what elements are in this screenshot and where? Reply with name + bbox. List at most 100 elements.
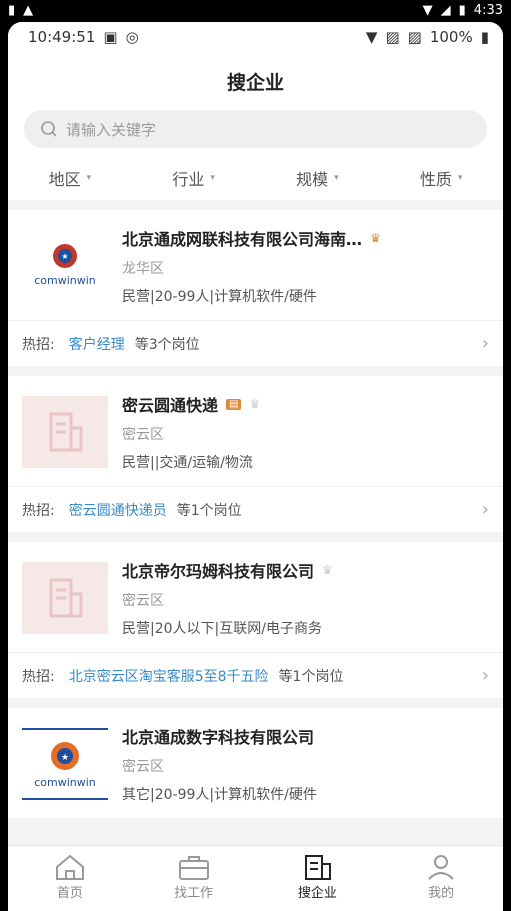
app-notification-icon: ▲ — [23, 3, 34, 18]
svg-text:★: ★ — [61, 252, 68, 261]
company-info: 北京通成数字科技有限公司 密云区 其它|20-99人|计算机软件/硬件 — [122, 724, 489, 804]
chevron-down-icon: ▾ — [210, 173, 215, 183]
company-summary[interactable]: 密云圆通快递 ▤ ♛ 密云区 民营||交通/运输/物流 — [8, 376, 503, 486]
sync-icon: ◎ — [125, 28, 139, 46]
chevron-down-icon: ▾ — [86, 173, 92, 183]
hot-jobs-row[interactable]: 热招: 客户经理 等3个岗位 › — [8, 320, 503, 366]
company-summary[interactable]: ★ comwinwin 北京通成数字科技有限公司 密云区 其它|20-99人|计… — [8, 708, 503, 818]
company-logo-placeholder — [22, 396, 108, 468]
company-card[interactable]: 北京帝尔玛姆科技有限公司 ♛ 密云区 民营|20人以下|互联网/电子商务 热招:… — [8, 542, 503, 698]
company-tags: 民营|20人以下|互联网/电子商务 — [122, 621, 322, 637]
filter-type[interactable]: 性质 ▾ — [420, 166, 463, 190]
filter-label: 性质 — [419, 170, 452, 189]
company-info: 北京通成网联科技有限公司海南… ♛ 龙华区 民营|20-99人|计算机软件/硬件 — [122, 226, 489, 306]
tab-search-company[interactable]: 搜企业 — [272, 852, 362, 901]
company-district: 龙华区 — [122, 261, 164, 277]
company-info: 密云圆通快递 ▤ ♛ 密云区 民营||交通/运输/物流 — [122, 392, 489, 472]
company-card[interactable]: ★ comwinwin 北京通成数字科技有限公司 密云区 其它|20-99人|计… — [8, 708, 503, 818]
user-icon — [428, 855, 454, 880]
company-tags: 民营|20-99人|计算机软件/硬件 — [122, 289, 317, 305]
svg-text:★: ★ — [61, 753, 69, 763]
company-list: ★ comwinwin 北京通成网联科技有限公司海南… ♛ 龙华区 民营|20-… — [8, 210, 503, 818]
battery-level: 100% — [429, 28, 473, 46]
hot-job-count: 等1个岗位 — [278, 668, 344, 685]
company-district: 密云区 — [122, 427, 164, 443]
filter-region[interactable]: 地区 ▾ — [49, 166, 92, 190]
tab-profile[interactable]: 我的 — [396, 852, 486, 901]
tab-label: 我的 — [428, 886, 455, 901]
hot-jobs-row[interactable]: 热招: 北京密云区淘宝客服5至8千五险 等1个岗位 › — [8, 652, 503, 698]
company-logo: ★ comwinwin — [22, 230, 108, 302]
company-logo-placeholder — [22, 562, 108, 634]
tab-label: 首页 — [56, 886, 83, 901]
app-screen: 10:49:51 ▣ ◎ ▼ ▨ ▨ 100% ▮ 搜企业 请输入关键字 地区 ▾… — [8, 22, 503, 911]
company-summary[interactable]: 北京帝尔玛姆科技有限公司 ♛ 密云区 民营|20人以下|互联网/电子商务 — [8, 542, 503, 652]
company-tags: 民营||交通/运输/物流 — [122, 455, 253, 471]
tab-label: 搜企业 — [297, 886, 337, 901]
tab-home[interactable]: 首页 — [25, 852, 115, 901]
search-icon — [41, 121, 57, 137]
hot-label: 热招: — [22, 502, 55, 519]
hot-job-count: 等1个岗位 — [176, 502, 242, 519]
page-header: 搜企业 — [8, 52, 503, 110]
status-time: 10:49:51 — [28, 28, 96, 46]
filter-label: 地区 — [48, 170, 81, 189]
filter-size[interactable]: 规模 ▾ — [296, 166, 339, 190]
device-status-bar: ▮ ▲ ▼ ◢ ▮ 4:33 — [0, 0, 511, 22]
company-name: 北京通成数字科技有限公司 — [122, 728, 315, 747]
company-name: 密云圆通快递 — [122, 396, 219, 415]
notification-icon: ▮ — [8, 3, 16, 18]
building-icon — [49, 578, 83, 618]
tab-find-job[interactable]: 找工作 — [149, 852, 239, 901]
search-placeholder: 请输入关键字 — [66, 120, 157, 139]
search-input[interactable]: 请输入关键字 — [24, 110, 487, 148]
crown-icon: ♛ — [370, 231, 381, 245]
building-icon — [305, 855, 332, 880]
company-card[interactable]: ★ comwinwin 北京通成网联科技有限公司海南… ♛ 龙华区 民营|20-… — [8, 210, 503, 366]
tab-label: 找工作 — [174, 886, 214, 901]
verified-badge-icon: ▤ — [226, 398, 242, 410]
wifi-icon: ▼ — [365, 28, 378, 46]
comwinwin-logo: ★ comwinwin — [34, 742, 96, 789]
company-logo: ★ comwinwin — [22, 728, 108, 800]
app-status-bar: 10:49:51 ▣ ◎ ▼ ▨ ▨ 100% ▮ — [8, 22, 503, 52]
hot-job-link[interactable]: 密云圆通快递员 — [69, 500, 167, 520]
no-sim-icon-2: ▨ — [407, 28, 422, 46]
hot-job-link[interactable]: 客户经理 — [69, 334, 125, 354]
battery-icon: ▮ — [480, 28, 489, 46]
company-tags: 其它|20-99人|计算机软件/硬件 — [122, 787, 317, 803]
signal-icon: ◢ — [440, 3, 451, 18]
device-time: 4:33 — [473, 3, 503, 18]
company-name: 北京通成网联科技有限公司海南… — [122, 230, 363, 249]
crown-icon: ♛ — [249, 397, 261, 411]
chevron-down-icon: ▾ — [457, 173, 463, 183]
home-icon — [55, 854, 84, 880]
briefcase-icon — [178, 856, 209, 880]
chevron-right-icon: › — [481, 665, 489, 686]
company-card[interactable]: 密云圆通快递 ▤ ♛ 密云区 民营||交通/运输/物流 热招: 密云圆通快递员 … — [8, 376, 503, 532]
company-summary[interactable]: ★ comwinwin 北京通成网联科技有限公司海南… ♛ 龙华区 民营|20-… — [8, 210, 503, 320]
hot-jobs-row[interactable]: 热招: 密云圆通快递员 等1个岗位 › — [8, 486, 503, 532]
hot-label: 热招: — [22, 668, 55, 685]
company-district: 密云区 — [122, 759, 164, 775]
svg-text:comwinwin: comwinwin — [34, 776, 96, 789]
no-sim-icon: ▨ — [385, 28, 400, 46]
wifi-icon: ▼ — [422, 3, 433, 18]
bottom-tab-bar: 首页 找工作 搜企业 我的 — [8, 845, 503, 911]
hot-job-link[interactable]: 北京密云区淘宝客服5至8千五险 — [69, 666, 269, 686]
crown-icon: ♛ — [322, 563, 333, 577]
filter-industry[interactable]: 行业 ▾ — [172, 166, 215, 190]
chevron-right-icon: › — [481, 499, 489, 520]
hot-label: 热招: — [22, 336, 55, 353]
company-info: 北京帝尔玛姆科技有限公司 ♛ 密云区 民营|20人以下|互联网/电子商务 — [122, 558, 489, 638]
filter-label: 规模 — [296, 170, 329, 189]
svg-text:comwinwin: comwinwin — [34, 274, 96, 287]
page-title: 搜企业 — [226, 71, 284, 94]
chevron-down-icon: ▾ — [334, 173, 339, 183]
comwinwin-logo: ★ comwinwin — [34, 244, 96, 287]
filter-label: 行业 — [172, 170, 205, 189]
search-bar: 请输入关键字 — [8, 110, 503, 156]
chevron-right-icon: › — [481, 333, 489, 354]
company-name: 北京帝尔玛姆科技有限公司 — [122, 562, 315, 581]
building-icon — [49, 412, 83, 452]
